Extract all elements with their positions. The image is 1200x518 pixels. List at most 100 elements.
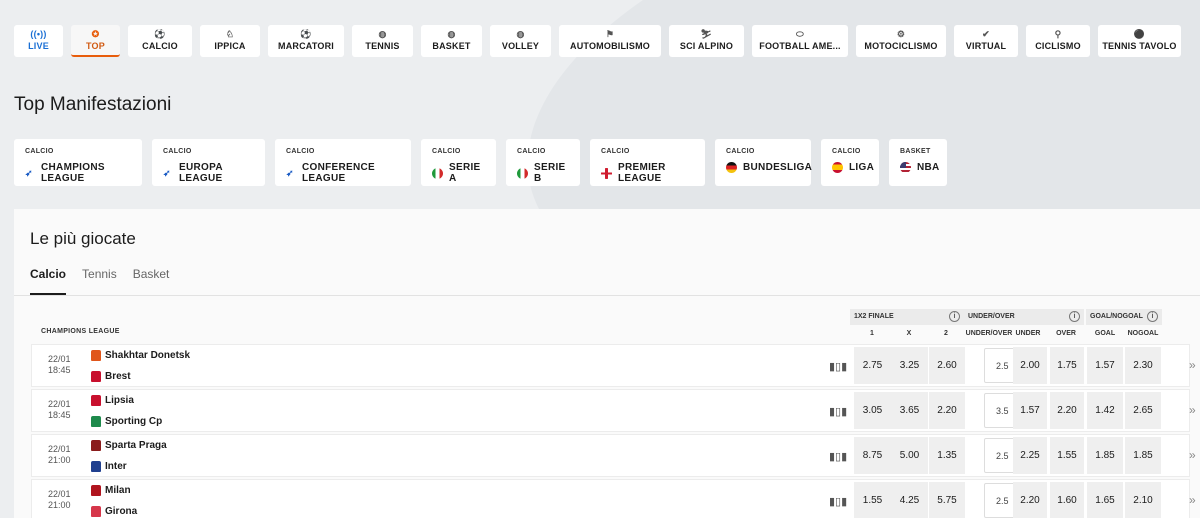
odd-2-button[interactable]: 2.60	[929, 347, 965, 384]
sport-tab-sci-alpino[interactable]: ⛷ SCI ALPINO	[669, 25, 744, 57]
stats-bar-chart-icon[interactable]: ▮▯▮	[829, 405, 847, 418]
competition-label: CHAMPIONS LEAGUE	[41, 328, 120, 335]
odd-x-button[interactable]: 3.25	[891, 347, 928, 384]
divider	[14, 295, 1200, 296]
line-value: 2.5	[996, 360, 1009, 371]
sport-tab-label: TENNIS TAVOLO	[1102, 41, 1177, 51]
away-team[interactable]: Brest	[91, 371, 131, 382]
away-team[interactable]: Girona	[91, 506, 137, 517]
odd-x-button[interactable]: 4.25	[891, 482, 928, 518]
volleyball-icon: ◍	[516, 29, 525, 39]
sport-tab-top[interactable]: ✪ TOP	[71, 25, 120, 57]
odd-nogoal-button[interactable]: 2.65	[1125, 392, 1161, 429]
top-event-card[interactable]: CALCIO LIGA	[821, 139, 879, 186]
sport-tab-label: AUTOMOBILISMO	[570, 41, 650, 51]
top-event-card[interactable]: CALCIO SERIE A	[421, 139, 496, 186]
top-event-card[interactable]: CALCIO ➶ CHAMPIONS LEAGUE	[14, 139, 142, 186]
sport-tab-basket[interactable]: ◍ BASKET	[421, 25, 482, 57]
match-row[interactable]: 22/0121:00Sparta PragaInter▮▯▮2.5⌄»8.755…	[31, 434, 1196, 477]
event-category: CALCIO	[25, 148, 54, 155]
top-event-card[interactable]: CALCIO BUNDESLIGA	[715, 139, 812, 186]
soccer-ball-icon: ⚽	[154, 29, 166, 39]
odd-nogoal-button[interactable]: 2.30	[1125, 347, 1161, 384]
chevron-right-icon[interactable]: »	[1189, 358, 1196, 372]
flag-us-icon	[900, 162, 911, 173]
home-team[interactable]: Milan	[91, 485, 131, 496]
sport-tab-tennis[interactable]: ◍ TENNIS	[352, 25, 413, 57]
home-team[interactable]: Lipsia	[91, 395, 134, 406]
market-gg-header: GOAL/NOGOAL i	[1086, 309, 1162, 325]
odd-2-button[interactable]: 1.35	[929, 437, 965, 474]
line-value: 3.5	[996, 405, 1009, 416]
sport-tab-ciclismo[interactable]: ⚲ CICLISMO	[1026, 25, 1090, 57]
odd-x-button[interactable]: 3.65	[891, 392, 928, 429]
sport-tab-live[interactable]: ((•)) LIVE	[14, 25, 63, 57]
sport-tab-calcio[interactable]: ⚽ CALCIO	[128, 25, 192, 57]
stats-bar-chart-icon[interactable]: ▮▯▮	[829, 450, 847, 463]
odd-under-button[interactable]: 2.00	[1013, 347, 1047, 384]
chevron-right-icon[interactable]: »	[1189, 493, 1196, 507]
market-1x2-title: 1X2 FINALE	[854, 313, 894, 320]
odd-1-button[interactable]: 3.05	[854, 392, 891, 429]
odd-1-button[interactable]: 1.55	[854, 482, 891, 518]
odd-under-button[interactable]: 1.57	[1013, 392, 1047, 429]
col-1: 1	[870, 330, 874, 337]
shirt-icon	[91, 461, 101, 472]
home-team[interactable]: Shakhtar Donetsk	[91, 350, 190, 361]
event-category: CALCIO	[832, 148, 861, 155]
event-category: CALCIO	[432, 148, 461, 155]
tab-basket[interactable]: Basket	[133, 267, 170, 295]
odd-1-button[interactable]: 8.75	[854, 437, 891, 474]
chevron-right-icon[interactable]: »	[1189, 403, 1196, 417]
match-row[interactable]: 22/0118:45LipsiaSporting Cp▮▯▮3.5⌄»3.053…	[31, 389, 1196, 432]
sport-tab-ippica[interactable]: ♘ IPPICA	[200, 25, 260, 57]
table-tennis-icon: ⚫	[1133, 29, 1146, 39]
flag-it-icon	[432, 167, 443, 179]
sport-tab-motociclismo[interactable]: ⚙ MOTOCICLISMO	[856, 25, 946, 57]
info-icon[interactable]: i	[949, 311, 960, 322]
sport-tab-tennis-tavolo[interactable]: ⚫ TENNIS TAVOLO	[1098, 25, 1181, 57]
away-team[interactable]: Sporting Cp	[91, 416, 162, 427]
info-icon[interactable]: i	[1147, 311, 1158, 322]
odd-over-button[interactable]: 1.60	[1050, 482, 1084, 518]
market-uo-header: UNDER/OVER i	[964, 309, 1084, 325]
odd-x-button[interactable]: 5.00	[891, 437, 928, 474]
top-event-card[interactable]: CALCIO PREMIER LEAGUE	[590, 139, 705, 186]
odd-nogoal-button[interactable]: 2.10	[1125, 482, 1161, 518]
sport-tab-football-ame[interactable]: ⬭ FOOTBALL AME...	[752, 25, 848, 57]
odd-over-button[interactable]: 1.75	[1050, 347, 1084, 384]
chevron-right-icon[interactable]: »	[1189, 448, 1196, 462]
odd-2-button[interactable]: 5.75	[929, 482, 965, 518]
stats-bar-chart-icon[interactable]: ▮▯▮	[829, 360, 847, 373]
sport-tab-virtual[interactable]: ✔ VIRTUAL	[954, 25, 1018, 57]
stats-bar-chart-icon[interactable]: ▮▯▮	[829, 495, 847, 508]
top-event-card[interactable]: CALCIO ➶ EUROPA LEAGUE	[152, 139, 265, 186]
away-team[interactable]: Inter	[91, 461, 127, 472]
sport-tab-label: MOTOCICLISMO	[864, 41, 938, 51]
odd-over-button[interactable]: 2.20	[1050, 392, 1084, 429]
match-row[interactable]: 22/0121:00MilanGirona▮▯▮2.5⌄»1.554.255.7…	[31, 479, 1196, 518]
info-icon[interactable]: i	[1069, 311, 1080, 322]
top-event-card[interactable]: CALCIO ➶ CONFERENCE LEAGUE	[275, 139, 411, 186]
home-team[interactable]: Sparta Praga	[91, 440, 167, 451]
odd-under-button[interactable]: 2.25	[1013, 437, 1047, 474]
odd-1-button[interactable]: 2.75	[854, 347, 891, 384]
top-event-card[interactable]: BASKET NBA	[889, 139, 947, 186]
sport-tab-automobilismo[interactable]: ⚑ AUTOMOBILISMO	[559, 25, 661, 57]
sport-tab-volley[interactable]: ◍ VOLLEY	[490, 25, 551, 57]
sport-tab-marcatori[interactable]: ⚽ MARCATORI	[268, 25, 344, 57]
tab-calcio[interactable]: Calcio	[30, 267, 67, 295]
page-title: Top Manifestazioni	[14, 94, 172, 115]
odd-goal-button[interactable]: 1.65	[1087, 482, 1123, 518]
odd-over-button[interactable]: 1.55	[1050, 437, 1084, 474]
match-row[interactable]: 22/0118:45Shakhtar DonetskBrest▮▯▮2.5⌄»2…	[31, 344, 1196, 387]
event-name: PREMIER LEAGUE	[618, 162, 666, 184]
odd-under-button[interactable]: 2.20	[1013, 482, 1047, 518]
odd-nogoal-button[interactable]: 1.85	[1125, 437, 1161, 474]
tab-tennis[interactable]: Tennis	[82, 267, 117, 295]
odd-2-button[interactable]: 2.20	[929, 392, 965, 429]
odd-goal-button[interactable]: 1.57	[1087, 347, 1123, 384]
odd-goal-button[interactable]: 1.85	[1087, 437, 1123, 474]
odd-goal-button[interactable]: 1.42	[1087, 392, 1123, 429]
top-event-card[interactable]: CALCIO SERIE B	[506, 139, 580, 186]
